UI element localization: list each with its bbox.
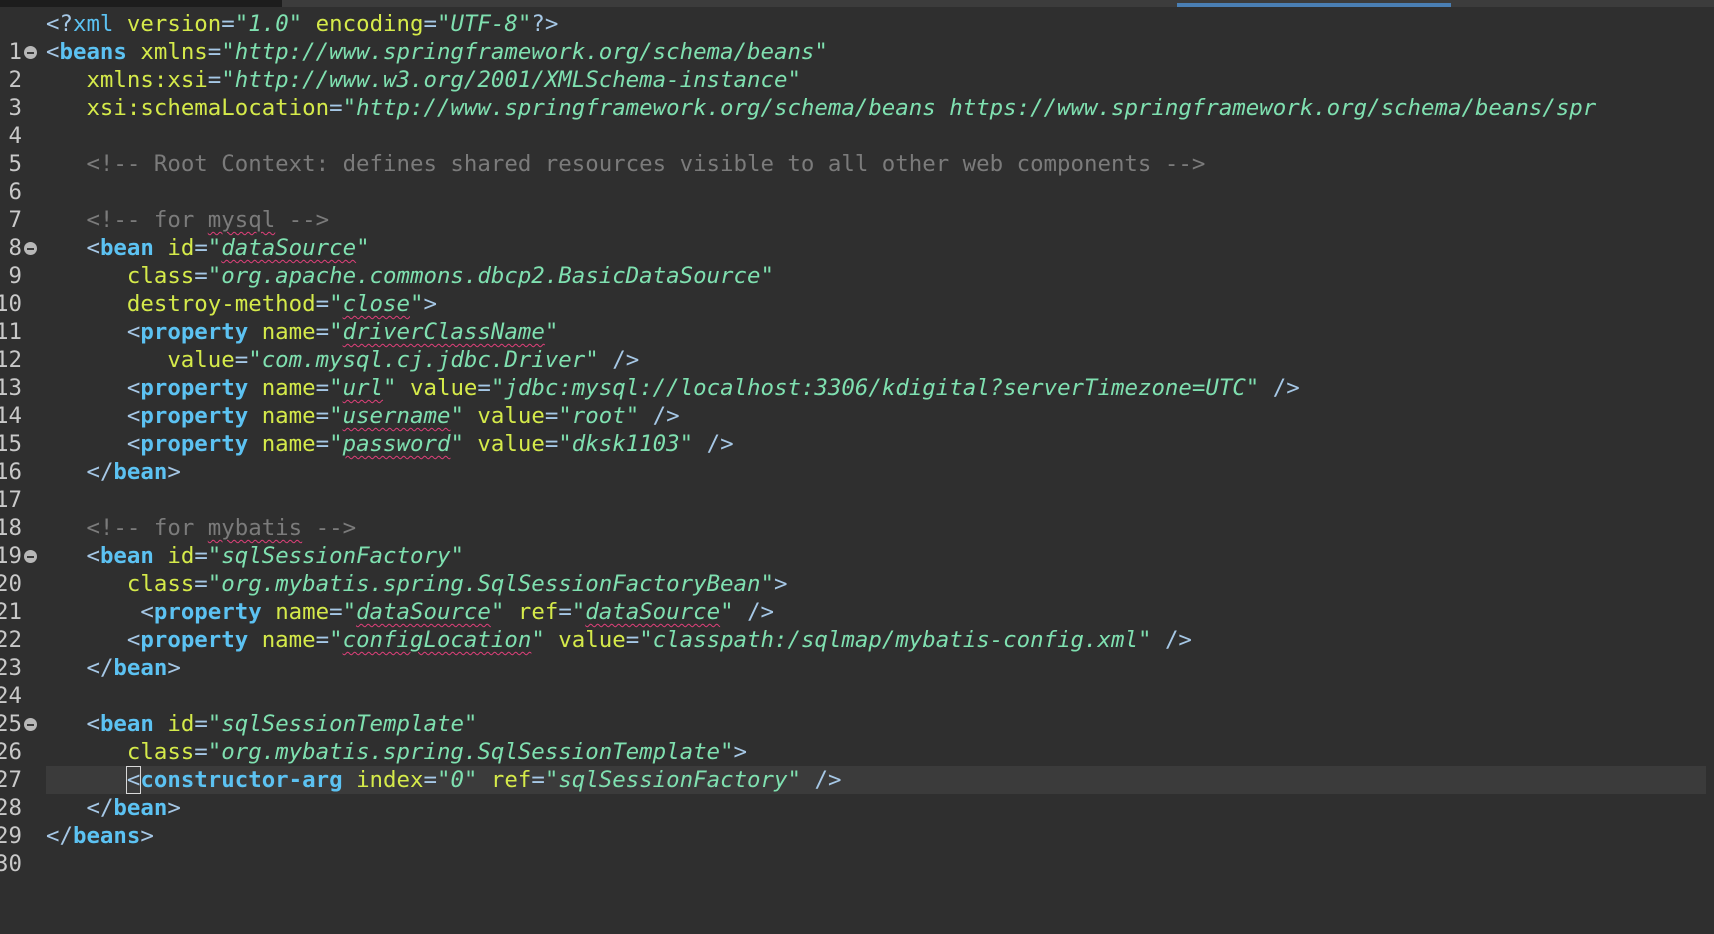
line-number: 25 bbox=[0, 711, 22, 737]
line-text: class="org.mybatis.spring.SqlSessionTemp… bbox=[126, 739, 747, 765]
line-number: 20 bbox=[0, 571, 22, 597]
line-text: <?xml version="1.0" encoding="UTF-8"?> bbox=[46, 11, 559, 37]
fold-collapse-icon[interactable] bbox=[24, 46, 37, 59]
line-number: 22 bbox=[0, 627, 22, 653]
line-number: 17 bbox=[0, 487, 22, 513]
line-text: <beans xmlns="http://www.springframework… bbox=[46, 39, 828, 65]
line-number: 7 bbox=[8, 207, 22, 233]
line-number: 30 bbox=[0, 851, 22, 877]
line-number: 21 bbox=[0, 599, 22, 625]
line-text: <bean id="sqlSessionFactory" bbox=[86, 543, 464, 569]
line-text: <constructor-arg index="0" ref="sqlSessi… bbox=[125, 766, 842, 794]
line-number: 19 bbox=[0, 543, 22, 569]
line-number: 6 bbox=[8, 179, 22, 205]
code-line[interactable]: 15 <property name="username" value="root… bbox=[0, 402, 1714, 457]
line-text: value="com.mysql.cj.jdbc.Driver" /> bbox=[167, 347, 640, 373]
line-number: 2 bbox=[8, 67, 22, 93]
line-number: 15 bbox=[0, 431, 22, 457]
code-editor[interactable]: 1 <?xml version="1.0" encoding="UTF-8"?>… bbox=[0, 10, 1714, 877]
line-text: </bean> bbox=[86, 655, 181, 681]
code-line[interactable]: 11 destroy-method="close"> bbox=[0, 290, 1714, 345]
line-text: class="org.mybatis.spring.SqlSessionFact… bbox=[126, 571, 788, 597]
line-text: <property name="password" value="dksk110… bbox=[126, 431, 734, 457]
code-line[interactable]: 21 class="org.mybatis.spring.SqlSessionF… bbox=[0, 570, 1714, 625]
fold-collapse-icon[interactable] bbox=[24, 718, 37, 731]
fold-collapse-icon[interactable] bbox=[24, 550, 37, 563]
code-line[interactable]: 17 </bean> bbox=[0, 458, 1714, 513]
code-line[interactable]: 1 <?xml version="1.0" encoding="UTF-8"?> bbox=[0, 10, 1714, 65]
tab-strip-scroll-indicator[interactable] bbox=[1177, 3, 1451, 7]
line-text: class="org.apache.commons.dbcp2.BasicDat… bbox=[126, 263, 774, 289]
line-text: <bean id="dataSource" bbox=[86, 235, 370, 261]
code-line[interactable]: 23 <property name="configLocation" value… bbox=[0, 626, 1714, 681]
line-number: 18 bbox=[0, 515, 22, 541]
line-number: 14 bbox=[0, 403, 22, 429]
line-number: 29 bbox=[0, 823, 22, 849]
line-text: xmlns:xsi="http://www.w3.org/2001/XMLSch… bbox=[86, 67, 801, 93]
code-line[interactable]: 4 xsi:schemaLocation="http://www.springf… bbox=[0, 94, 1714, 149]
line-number: 11 bbox=[0, 319, 22, 345]
code-line[interactable]: 24 </bean> bbox=[0, 654, 1714, 709]
line-text: <property name="dataSource" ref="dataSou… bbox=[140, 599, 775, 625]
line-number: 9 bbox=[8, 263, 22, 289]
line-text: destroy-method="close"> bbox=[126, 291, 437, 317]
code-line[interactable]: 26 <bean id="sqlSessionTemplate" bbox=[0, 710, 1714, 765]
code-line[interactable]: 20 <bean id="sqlSessionFactory" bbox=[0, 542, 1714, 597]
line-number: 26 bbox=[0, 739, 22, 765]
line-number: 4 bbox=[8, 123, 22, 149]
code-line[interactable]: 29 </bean> bbox=[0, 794, 1714, 849]
line-text: xsi:schemaLocation="http://www.springfra… bbox=[86, 95, 1597, 121]
code-line[interactable]: 27 class="org.mybatis.spring.SqlSessionT… bbox=[0, 738, 1714, 793]
line-text: <!-- for mysql --> bbox=[86, 207, 330, 233]
code-line[interactable]: 30 </beans> bbox=[0, 822, 1714, 877]
line-text: <property name="username" value="root" /… bbox=[126, 403, 680, 429]
line-number: 10 bbox=[0, 291, 22, 317]
code-line[interactable]: 2 <beans xmlns="http://www.springframewo… bbox=[0, 38, 1714, 93]
tab-strip-dark-segment bbox=[0, 0, 282, 7]
line-number: 1 bbox=[8, 39, 22, 65]
code-line[interactable]: 7 bbox=[0, 178, 1714, 233]
current-code-line[interactable]: 28 <constructor-arg index="0" ref="sqlSe… bbox=[0, 766, 1714, 821]
code-line[interactable]: 12 <property name="driverClassName" bbox=[0, 318, 1714, 373]
line-number: 3 bbox=[8, 95, 22, 121]
line-number: 13 bbox=[0, 375, 22, 401]
line-text: <property name="driverClassName" bbox=[126, 319, 559, 345]
code-line[interactable]: 3 xmlns:xsi="http://www.w3.org/2001/XMLS… bbox=[0, 66, 1714, 121]
line-text: </bean> bbox=[86, 795, 181, 821]
line-text: <property name="url" value="jdbc:mysql:/… bbox=[126, 375, 1300, 401]
line-text: <property name="configLocation" value="c… bbox=[126, 627, 1192, 653]
line-text: <!-- for mybatis --> bbox=[86, 515, 357, 541]
line-number: 23 bbox=[0, 655, 22, 681]
code-line[interactable]: 18 bbox=[0, 486, 1714, 541]
code-line[interactable]: 16 <property name="password" value="dksk… bbox=[0, 430, 1714, 485]
code-line[interactable]: 13 value="com.mysql.cj.jdbc.Driver" /> bbox=[0, 346, 1714, 401]
code-line[interactable]: 5 bbox=[0, 122, 1714, 177]
line-number: 8 bbox=[8, 235, 22, 261]
line-text: </bean> bbox=[86, 459, 181, 485]
line-number: 24 bbox=[0, 683, 22, 709]
line-number: 27 bbox=[0, 767, 22, 793]
code-line[interactable]: 6 <!-- Root Context: defines shared reso… bbox=[0, 150, 1714, 205]
code-line[interactable]: 25 bbox=[0, 682, 1714, 737]
code-line[interactable]: 10 class="org.apache.commons.dbcp2.Basic… bbox=[0, 262, 1714, 317]
line-text: <!-- Root Context: defines shared resour… bbox=[86, 151, 1206, 177]
line-text: </beans> bbox=[46, 823, 154, 849]
line-number: 16 bbox=[0, 459, 22, 485]
editor-tab-strip bbox=[0, 0, 1714, 7]
code-line[interactable]: 22 <property name="dataSource" ref="data… bbox=[0, 598, 1714, 653]
code-line[interactable]: 9 <bean id="dataSource" bbox=[0, 234, 1714, 289]
fold-collapse-icon[interactable] bbox=[24, 242, 37, 255]
code-line[interactable]: 14 <property name="url" value="jdbc:mysq… bbox=[0, 374, 1714, 429]
line-text: <bean id="sqlSessionTemplate" bbox=[86, 711, 478, 737]
line-number: 12 bbox=[0, 347, 22, 373]
line-number: 5 bbox=[8, 151, 22, 177]
code-line[interactable]: 19 <!-- for mybatis --> bbox=[0, 514, 1714, 569]
code-line[interactable]: 8 <!-- for mysql --> bbox=[0, 206, 1714, 261]
line-number: 28 bbox=[0, 795, 22, 821]
